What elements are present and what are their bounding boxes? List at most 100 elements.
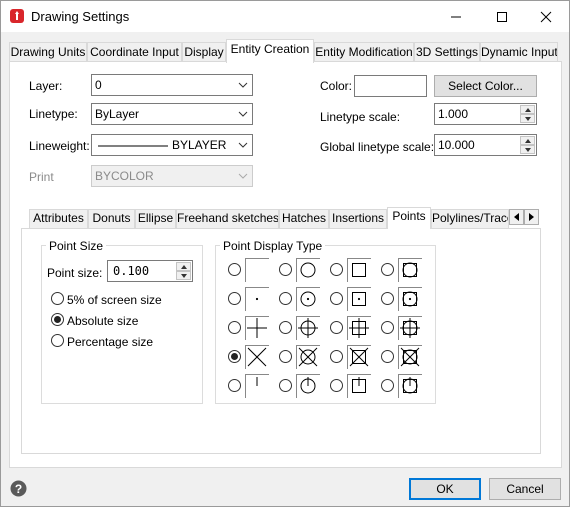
global-scale-label: Global linetype scale: (320, 140, 435, 154)
app-icon (10, 9, 24, 23)
point-style-blank-circle-square-icon[interactable] (398, 258, 422, 282)
tab-scroll-right-button[interactable] (524, 209, 539, 225)
color-label: Color: (320, 79, 353, 93)
help-icon[interactable]: ? (10, 480, 27, 497)
point-style-radio[interactable] (330, 350, 343, 363)
arrow-up-icon (525, 108, 531, 112)
subtab-attributes[interactable]: Attributes (29, 209, 88, 228)
spin-down-button[interactable] (520, 114, 535, 123)
point-style-radio[interactable] (381, 292, 394, 305)
linetype-value: ByLayer (95, 107, 140, 121)
point-style-cross-circle-square-icon[interactable] (398, 316, 422, 340)
arrow-right-icon (529, 213, 534, 221)
point-style-x-mark-circle-icon[interactable] (296, 345, 320, 369)
subtab-donuts[interactable]: Donuts (88, 209, 135, 228)
subtab-hatches[interactable]: Hatches (279, 209, 329, 228)
select-color-button[interactable]: Select Color... (434, 75, 537, 97)
spin-down-button[interactable] (520, 145, 535, 154)
point-style-cross-none-icon[interactable] (245, 316, 269, 340)
point-style-radio[interactable] (228, 263, 241, 276)
subtab-points[interactable]: Points (387, 207, 431, 229)
point-style-radio[interactable] (228, 350, 241, 363)
tab-dynamic-input[interactable]: Dynamic Input (480, 42, 558, 62)
point-size-value: 0.100 (113, 264, 150, 278)
point-style-dot-square-icon[interactable] (347, 287, 371, 311)
print-dropdown: BYCOLOR (91, 165, 253, 187)
tab-scroll-left-button[interactable] (509, 209, 524, 225)
point-style-blank-square-icon[interactable] (347, 258, 371, 282)
point-style-radio[interactable] (228, 379, 241, 392)
point-style-radio[interactable] (381, 263, 394, 276)
point-size-input[interactable]: 0.100 (107, 260, 193, 282)
drawing-settings-dialog: Drawing Settings Drawing Units Coordinat… (0, 0, 570, 507)
global-scale-input[interactable]: 10.000 (434, 134, 537, 156)
lineweight-dropdown[interactable]: BYLAYER (91, 134, 253, 156)
spin-down-button[interactable] (176, 271, 191, 280)
point-style-radio[interactable] (279, 350, 292, 363)
point-style-radio[interactable] (381, 379, 394, 392)
maximize-button[interactable] (479, 1, 525, 32)
arrow-up-icon (525, 139, 531, 143)
subtab-freehand-sketches[interactable]: Freehand sketches (176, 209, 279, 228)
minimize-button[interactable] (433, 1, 479, 32)
point-style-radio[interactable] (279, 379, 292, 392)
tab-display[interactable]: Display (182, 42, 226, 62)
point-style-radio[interactable] (279, 263, 292, 276)
color-swatch[interactable] (354, 75, 427, 97)
subtab-insertions[interactable]: Insertions (329, 209, 387, 228)
point-style-radio[interactable] (381, 350, 394, 363)
point-style-tick-square-icon[interactable] (347, 374, 371, 398)
point-display-type-title: Point Display Type (220, 239, 326, 253)
print-label: Print (29, 170, 54, 184)
spin-up-button[interactable] (520, 136, 535, 145)
subtab-polylines-traces[interactable]: Polylines/Traces (431, 209, 509, 228)
point-style-tick-circle-icon[interactable] (296, 374, 320, 398)
spin-up-button[interactable] (520, 105, 535, 114)
point-style-blank-circle-icon[interactable] (296, 258, 320, 282)
point-style-radio[interactable] (279, 292, 292, 305)
tab-3d-settings[interactable]: 3D Settings (414, 42, 480, 62)
point-style-tick-none-icon[interactable] (245, 374, 269, 398)
point-style-radio[interactable] (228, 292, 241, 305)
point-style-radio[interactable] (330, 321, 343, 334)
subtab-ellipse[interactable]: Ellipse (135, 209, 176, 228)
point-style-dot-none-icon[interactable] (245, 287, 269, 311)
radio-screen-size[interactable] (51, 292, 64, 305)
linetype-dropdown[interactable]: ByLayer (91, 103, 253, 125)
point-style-radio[interactable] (279, 321, 292, 334)
point-style-x-mark-circle-square-icon[interactable] (398, 345, 422, 369)
tab-entity-modification[interactable]: Entity Modification (314, 42, 414, 62)
print-value: BYCOLOR (95, 169, 154, 183)
point-size-spinner[interactable] (176, 262, 191, 280)
linetype-scale-label: Linetype scale: (320, 110, 401, 124)
point-style-radio[interactable] (330, 263, 343, 276)
point-style-radio[interactable] (228, 321, 241, 334)
point-style-radio[interactable] (330, 292, 343, 305)
tab-drawing-units[interactable]: Drawing Units (9, 42, 87, 62)
ok-button[interactable]: OK (409, 478, 481, 500)
radio-absolute-size[interactable] (51, 313, 64, 326)
point-style-blank-none-icon[interactable] (245, 258, 269, 282)
radio-percentage-size[interactable] (51, 334, 64, 347)
point-style-dot-circle-icon[interactable] (296, 287, 320, 311)
global-scale-spinner[interactable] (520, 136, 535, 154)
point-style-dot-circle-square-icon[interactable] (398, 287, 422, 311)
tab-entity-creation[interactable]: Entity Creation (226, 39, 314, 63)
spin-up-button[interactable] (176, 262, 191, 271)
layer-dropdown[interactable]: 0 (91, 74, 253, 96)
close-button[interactable] (523, 1, 569, 32)
cancel-button[interactable]: Cancel (489, 478, 561, 500)
linetype-scale-spinner[interactable] (520, 105, 535, 123)
tab-coordinate-input[interactable]: Coordinate Input (87, 42, 182, 62)
point-style-cross-circle-icon[interactable] (296, 316, 320, 340)
point-style-tick-circle-square-icon[interactable] (398, 374, 422, 398)
point-style-radio[interactable] (381, 321, 394, 334)
point-style-radio[interactable] (330, 379, 343, 392)
point-style-cross-square-icon[interactable] (347, 316, 371, 340)
linetype-scale-input[interactable]: 1.000 (434, 103, 537, 125)
point-style-x-mark-none-icon[interactable] (245, 345, 269, 369)
point-style-x-mark-square-icon[interactable] (347, 345, 371, 369)
radio-percentage-size-label: Percentage size (67, 335, 154, 349)
chevron-down-icon (238, 173, 248, 179)
arrow-down-icon (525, 117, 531, 121)
